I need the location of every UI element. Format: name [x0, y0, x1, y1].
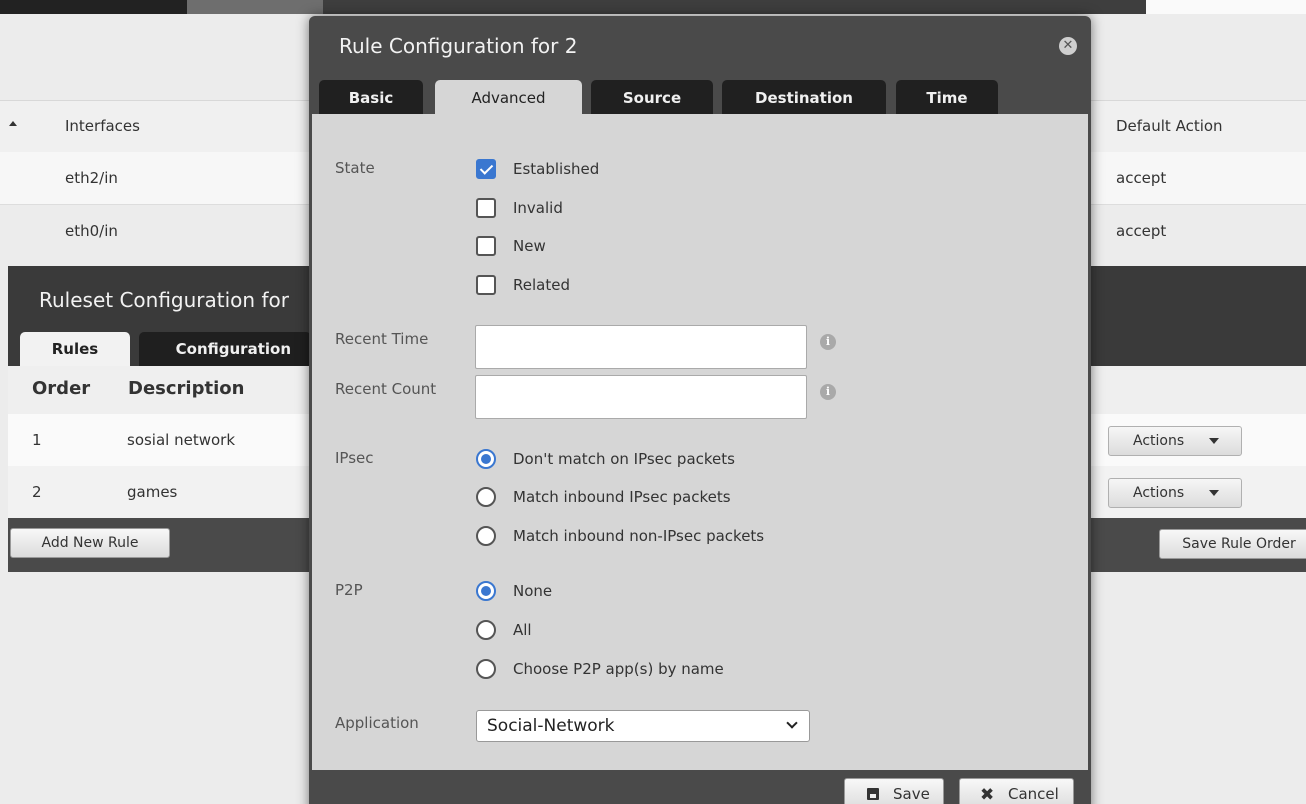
close-icon: ✖ — [980, 785, 995, 804]
floppy-disk-icon — [867, 788, 879, 800]
top-bar-segment — [0, 0, 187, 14]
column-header-description[interactable]: Description — [128, 378, 244, 399]
option-label: Invalid — [513, 199, 563, 217]
rule-configuration-dialog: Rule Configuration for 2 ✕ Basic Advance… — [309, 16, 1091, 804]
option-label: Related — [513, 276, 570, 294]
column-header-default-action[interactable]: Default Action — [1116, 117, 1223, 135]
actions-label: Actions — [1133, 485, 1185, 501]
tab-basic[interactable]: Basic — [319, 80, 423, 114]
top-bar-segment — [1146, 0, 1306, 14]
option-label: Choose P2P app(s) by name — [513, 660, 724, 678]
radio-unselected-icon[interactable] — [476, 526, 496, 546]
advanced-form: State Established Invalid New Related Re… — [312, 114, 1088, 770]
save-label: Save — [893, 785, 930, 803]
checkbox-unchecked-icon[interactable] — [476, 275, 496, 295]
radio-selected-icon[interactable] — [476, 449, 496, 469]
recent-count-input[interactable] — [475, 375, 807, 419]
p2p-label: P2P — [335, 581, 363, 599]
tab-source[interactable]: Source — [591, 80, 713, 114]
tab-rules[interactable]: Rules — [20, 332, 130, 366]
save-rule-order-button[interactable]: Save Rule Order — [1159, 529, 1306, 559]
save-button[interactable]: Save — [844, 778, 944, 804]
radio-selected-icon[interactable] — [476, 581, 496, 601]
column-header-interfaces[interactable]: Interfaces — [65, 117, 140, 135]
application-selected-value: Social-Network — [487, 716, 615, 736]
tab-configuration[interactable]: Configuration — [139, 332, 311, 366]
dialog-title: Rule Configuration for 2 — [339, 34, 578, 58]
option-label: Established — [513, 160, 600, 178]
radio-unselected-icon[interactable] — [476, 659, 496, 679]
option-label: None — [513, 582, 553, 600]
checkbox-unchecked-icon[interactable] — [476, 236, 496, 256]
tab-destination[interactable]: Destination — [722, 80, 886, 114]
close-icon[interactable]: ✕ — [1059, 37, 1077, 55]
option-label: Match inbound IPsec packets — [513, 488, 731, 506]
add-new-rule-button[interactable]: Add New Rule — [10, 528, 170, 558]
rule-description-cell: sosial network — [127, 431, 236, 449]
option-label: New — [513, 237, 546, 255]
caret-down-icon — [1209, 490, 1219, 496]
actions-button[interactable]: Actions — [1108, 426, 1242, 456]
interface-cell: eth0/in — [65, 222, 118, 240]
default-action-cell: accept — [1116, 169, 1167, 187]
recent-time-input[interactable] — [475, 325, 807, 369]
recent-time-label: Recent Time — [335, 330, 429, 348]
info-icon[interactable]: i — [820, 384, 836, 400]
dialog-footer: Save ✖ Cancel — [309, 770, 1091, 804]
rule-order-cell: 2 — [32, 483, 42, 501]
ipsec-label: IPsec — [335, 449, 374, 467]
caret-down-icon — [1209, 438, 1219, 444]
column-header-order[interactable]: Order — [32, 378, 90, 399]
sort-ascending-icon[interactable] — [9, 121, 17, 126]
interface-cell: eth2/in — [65, 169, 118, 187]
actions-button[interactable]: Actions — [1108, 478, 1242, 508]
state-label: State — [335, 159, 375, 177]
radio-unselected-icon[interactable] — [476, 620, 496, 640]
application-select[interactable]: Social-Network — [476, 710, 810, 742]
top-bar-segment — [187, 0, 323, 14]
rule-description-cell: games — [127, 483, 178, 501]
top-bar — [0, 0, 1306, 14]
tab-advanced[interactable]: Advanced — [435, 80, 582, 115]
cancel-button[interactable]: ✖ Cancel — [959, 778, 1074, 804]
ruleset-title: Ruleset Configuration for — [39, 288, 289, 312]
application-label: Application — [335, 714, 419, 732]
recent-count-label: Recent Count — [335, 380, 437, 398]
info-icon[interactable]: i — [820, 334, 836, 350]
default-action-cell: accept — [1116, 222, 1167, 240]
option-label: All — [513, 621, 532, 639]
chevron-down-icon — [786, 717, 798, 729]
actions-label: Actions — [1133, 433, 1185, 449]
option-label: Match inbound non-IPsec packets — [513, 527, 765, 545]
cancel-label: Cancel — [1008, 785, 1059, 803]
tab-time[interactable]: Time — [896, 80, 998, 114]
option-label: Don't match on IPsec packets — [513, 450, 735, 468]
checkbox-checked-icon[interactable] — [476, 159, 496, 179]
checkbox-unchecked-icon[interactable] — [476, 198, 496, 218]
radio-unselected-icon[interactable] — [476, 487, 496, 507]
rule-order-cell: 1 — [32, 431, 42, 449]
